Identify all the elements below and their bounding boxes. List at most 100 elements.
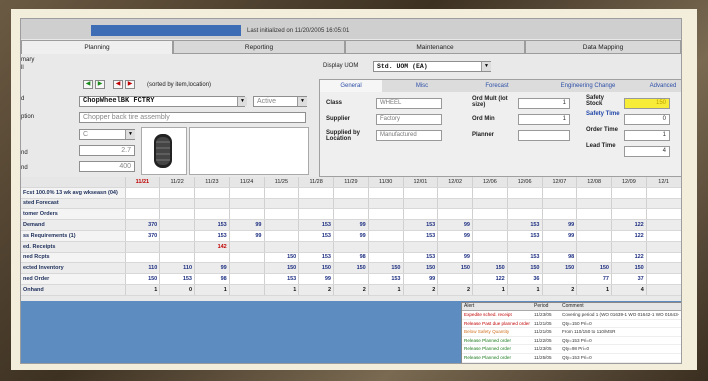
- grid-cell[interactable]: [576, 252, 612, 264]
- grid-cell[interactable]: [576, 187, 612, 199]
- date-header-cell[interactable]: 11/21: [125, 177, 161, 188]
- grid-cell[interactable]: 99: [229, 230, 265, 242]
- grid-cell[interactable]: 150: [437, 262, 473, 275]
- grid-cell[interactable]: 150: [264, 252, 300, 264]
- grid-cell[interactable]: 99: [298, 273, 334, 285]
- grid-cell[interactable]: [472, 230, 508, 242]
- grid-cell[interactable]: [646, 273, 681, 285]
- next-record-button[interactable]: ▶: [95, 80, 105, 89]
- grid-cell[interactable]: 153: [159, 273, 195, 285]
- grid-cell[interactable]: [507, 241, 543, 253]
- item-selector[interactable]: [91, 25, 241, 36]
- grid-cell[interactable]: [611, 187, 647, 199]
- next-location-button[interactable]: ▶: [125, 80, 135, 89]
- grid-cell[interactable]: [368, 219, 404, 231]
- grid-cell[interactable]: 4: [611, 284, 647, 296]
- grid-cell[interactable]: [542, 198, 578, 210]
- grid-cell[interactable]: [507, 208, 543, 221]
- grid-cell[interactable]: 2: [333, 284, 369, 296]
- tab-maintenance[interactable]: Maintenance: [345, 40, 525, 54]
- date-header-cell[interactable]: 12/06: [472, 177, 508, 188]
- grid-cell[interactable]: 153: [298, 252, 334, 264]
- grid-cell[interactable]: [437, 187, 473, 199]
- grid-cell[interactable]: [472, 241, 508, 253]
- grid-cell[interactable]: 142: [194, 241, 230, 253]
- grid-cell[interactable]: [159, 219, 195, 231]
- grid-cell[interactable]: [264, 241, 300, 253]
- grid-cell[interactable]: 1: [264, 284, 300, 296]
- grid-cell[interactable]: [264, 187, 300, 199]
- grid-cell[interactable]: [159, 252, 195, 264]
- date-header-cell[interactable]: 11/28: [298, 177, 334, 188]
- grid-cell[interactable]: [472, 187, 508, 199]
- order-time-field[interactable]: 1: [624, 130, 670, 141]
- first-record-button[interactable]: ◀: [83, 80, 93, 89]
- grid-cell[interactable]: 99: [333, 230, 369, 242]
- date-header-cell[interactable]: 11/24: [229, 177, 265, 188]
- grid-cell[interactable]: 370: [125, 219, 161, 231]
- grid-cell[interactable]: [125, 208, 161, 221]
- grid-cell[interactable]: [125, 198, 161, 210]
- date-header-cell[interactable]: 12/01: [403, 177, 439, 188]
- grid-cell[interactable]: 153: [298, 230, 334, 242]
- grid-cell[interactable]: 153: [264, 273, 300, 285]
- grid-cell[interactable]: 1: [507, 284, 543, 296]
- date-header-cell[interactable]: 12/07: [542, 177, 578, 188]
- grid-cell[interactable]: 153: [403, 252, 439, 264]
- grid-cell[interactable]: 153: [298, 219, 334, 231]
- grid-cell[interactable]: 2: [437, 284, 473, 296]
- supplied-by-location-field[interactable]: Manufactured: [376, 130, 442, 141]
- alert-row[interactable]: Release Planned order 11/25/05 Qty=153 Pri…: [462, 354, 681, 363]
- grid-cell[interactable]: [159, 230, 195, 242]
- grid-cell[interactable]: [229, 187, 265, 199]
- grid-cell[interactable]: 150: [507, 262, 543, 275]
- grid-cell[interactable]: [298, 208, 334, 221]
- grid-cell[interactable]: 153: [507, 219, 543, 231]
- grid-cell[interactable]: [646, 219, 681, 231]
- tab-planning[interactable]: Planning: [21, 40, 173, 54]
- grid-cell[interactable]: 99: [542, 230, 578, 242]
- grid-cell[interactable]: [542, 187, 578, 199]
- grid-cell[interactable]: 153: [194, 219, 230, 231]
- safety-time-field[interactable]: 0: [624, 114, 670, 125]
- chevron-down-icon[interactable]: ▼: [297, 97, 307, 106]
- safety-stock-field[interactable]: 150: [624, 98, 670, 109]
- grid-cell[interactable]: 110: [159, 262, 195, 275]
- grid-cell[interactable]: 1: [576, 284, 612, 296]
- grid-cell[interactable]: [437, 208, 473, 221]
- grid-cell[interactable]: [229, 198, 265, 210]
- date-header-cell[interactable]: 12/02: [437, 177, 473, 188]
- grid-cell[interactable]: [229, 284, 265, 296]
- grid-cell[interactable]: [437, 273, 473, 285]
- tab-advanced[interactable]: Advanced: [644, 80, 681, 92]
- grid-cell[interactable]: [368, 252, 404, 264]
- grid-cell[interactable]: 98: [542, 252, 578, 264]
- grid-cell[interactable]: [159, 198, 195, 210]
- tab-reporting[interactable]: Reporting: [173, 40, 345, 54]
- grid-cell[interactable]: [472, 198, 508, 210]
- grid-cell[interactable]: [194, 187, 230, 199]
- grid-cell[interactable]: [229, 262, 265, 275]
- date-header-cell[interactable]: 12/09: [611, 177, 647, 188]
- grid-cell[interactable]: [576, 219, 612, 231]
- grid-cell[interactable]: [403, 198, 439, 210]
- grid-cell[interactable]: [333, 198, 369, 210]
- date-header-cell[interactable]: 11/25: [264, 177, 300, 188]
- grid-cell[interactable]: [542, 208, 578, 221]
- prev-location-button[interactable]: ◀: [113, 80, 123, 89]
- grid-cell[interactable]: 122: [472, 273, 508, 285]
- grid-cell[interactable]: [159, 241, 195, 253]
- grid-cell[interactable]: [264, 219, 300, 231]
- grid-cell[interactable]: [611, 241, 647, 253]
- grid-cell[interactable]: 99: [403, 273, 439, 285]
- grid-cell[interactable]: 0: [159, 284, 195, 296]
- notes-area[interactable]: [189, 127, 309, 175]
- grid-cell[interactable]: [229, 273, 265, 285]
- tab-engineering-change[interactable]: Engineering Change: [532, 80, 645, 92]
- grid-cell[interactable]: [298, 187, 334, 199]
- grid-cell[interactable]: 153: [368, 273, 404, 285]
- grid-cell[interactable]: [646, 252, 681, 264]
- lead-time-field[interactable]: 4: [624, 146, 670, 157]
- grid-cell[interactable]: [472, 219, 508, 231]
- grid-cell[interactable]: [125, 187, 161, 199]
